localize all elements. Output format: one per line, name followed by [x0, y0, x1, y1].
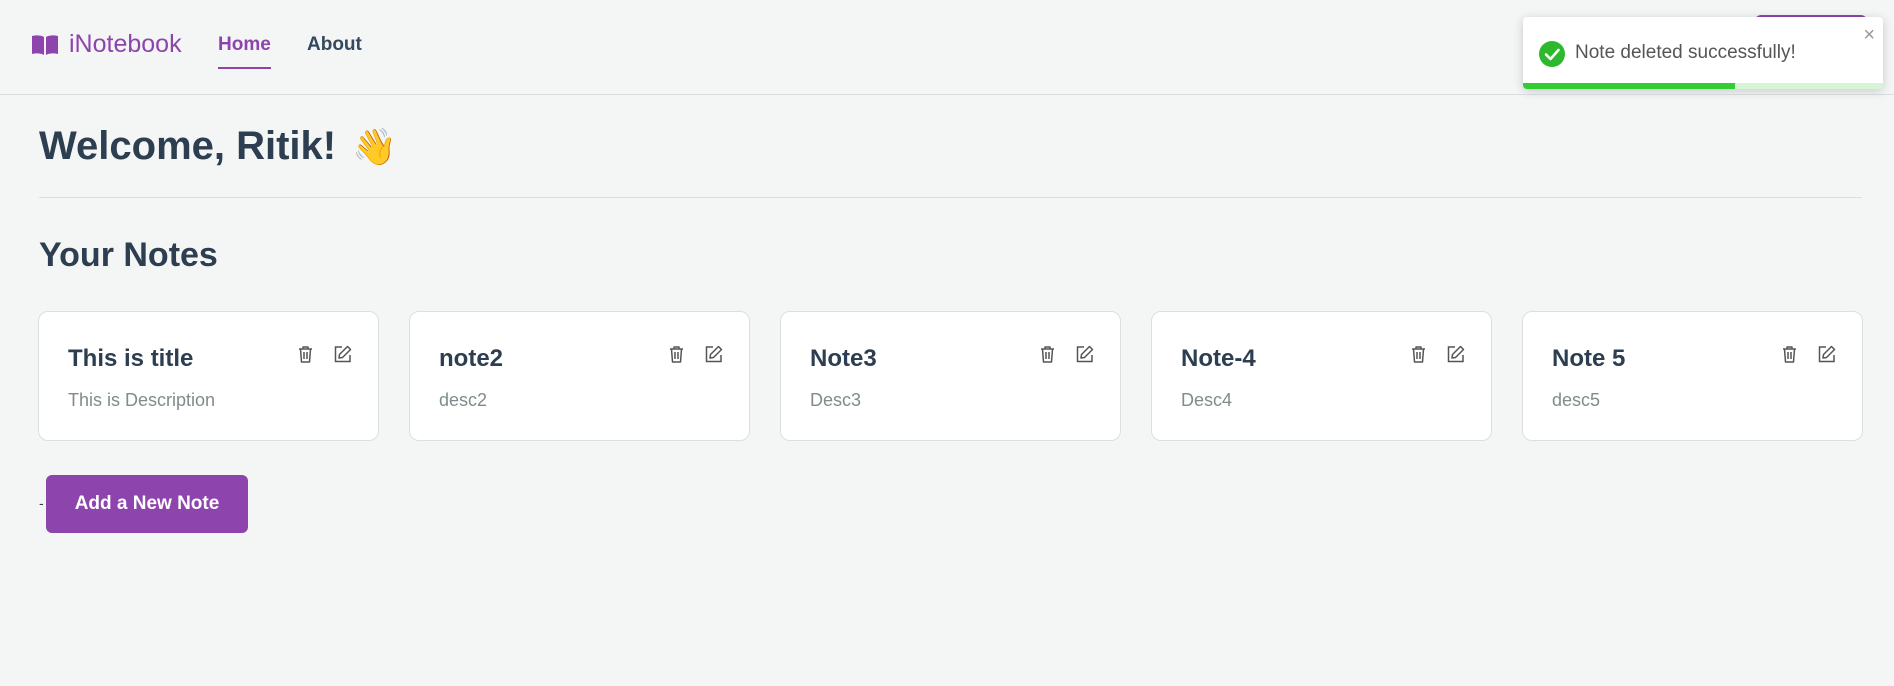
note-title: note2 [439, 345, 504, 372]
edit-icon[interactable] [703, 344, 724, 365]
note-title: Note 5 [1552, 345, 1626, 372]
note-title: This is title [68, 345, 194, 372]
dash-text: - [39, 495, 44, 511]
note-actions [666, 344, 724, 365]
note-actions [1408, 344, 1466, 365]
edit-icon[interactable] [1445, 344, 1466, 365]
edit-icon[interactable] [1074, 344, 1095, 365]
section-title: Your Notes [39, 236, 218, 274]
welcome-heading: Welcome, Ritik! 👋 [39, 124, 397, 169]
note-card: Note 5 desc5 [1522, 311, 1863, 441]
nav-link-home[interactable]: Home [218, 34, 271, 69]
book-open-icon [32, 34, 58, 55]
check-circle-icon [1539, 41, 1565, 67]
trash-icon[interactable] [1779, 344, 1800, 365]
note-description: desc5 [1552, 390, 1601, 410]
note-description: Desc3 [810, 390, 862, 410]
toast-progress-bar [1523, 83, 1883, 89]
note-description: desc2 [439, 390, 488, 410]
toast-progress-fill [1523, 83, 1736, 89]
note-description: Desc4 [1181, 390, 1233, 410]
note-card: This is title This is Description [38, 311, 379, 441]
trash-icon[interactable] [295, 344, 316, 365]
note-card: note2 desc2 [409, 311, 750, 441]
trash-icon[interactable] [1037, 344, 1058, 365]
note-actions [1779, 344, 1837, 365]
toast-notification: Note deleted successfully! × [1523, 17, 1883, 89]
divider [39, 197, 1862, 198]
note-actions [295, 344, 353, 365]
edit-icon[interactable] [1816, 344, 1837, 365]
note-actions [1037, 344, 1095, 365]
add-note-button[interactable]: Add a New Note [46, 475, 248, 533]
nav-link-about[interactable]: About [307, 34, 362, 69]
waving-hand-emoji: 👋 [352, 125, 397, 167]
note-title: Note-4 [1181, 345, 1256, 372]
note-title: Note3 [810, 345, 877, 372]
brand-name: iNotebook [69, 30, 182, 58]
edit-icon[interactable] [332, 344, 353, 365]
toast-message: Note deleted successfully! [1575, 42, 1796, 63]
note-description: This is Description [68, 390, 216, 410]
trash-icon[interactable] [666, 344, 687, 365]
note-card: Note3 Desc3 [780, 311, 1121, 441]
trash-icon[interactable] [1408, 344, 1429, 365]
close-icon[interactable]: × [1863, 25, 1875, 45]
note-card: Note-4 Desc4 [1151, 311, 1492, 441]
welcome-text: Welcome, Ritik! [39, 124, 337, 168]
brand[interactable]: iNotebook [31, 30, 182, 59]
notes-list: This is title This is Description note2 … [38, 311, 1863, 441]
